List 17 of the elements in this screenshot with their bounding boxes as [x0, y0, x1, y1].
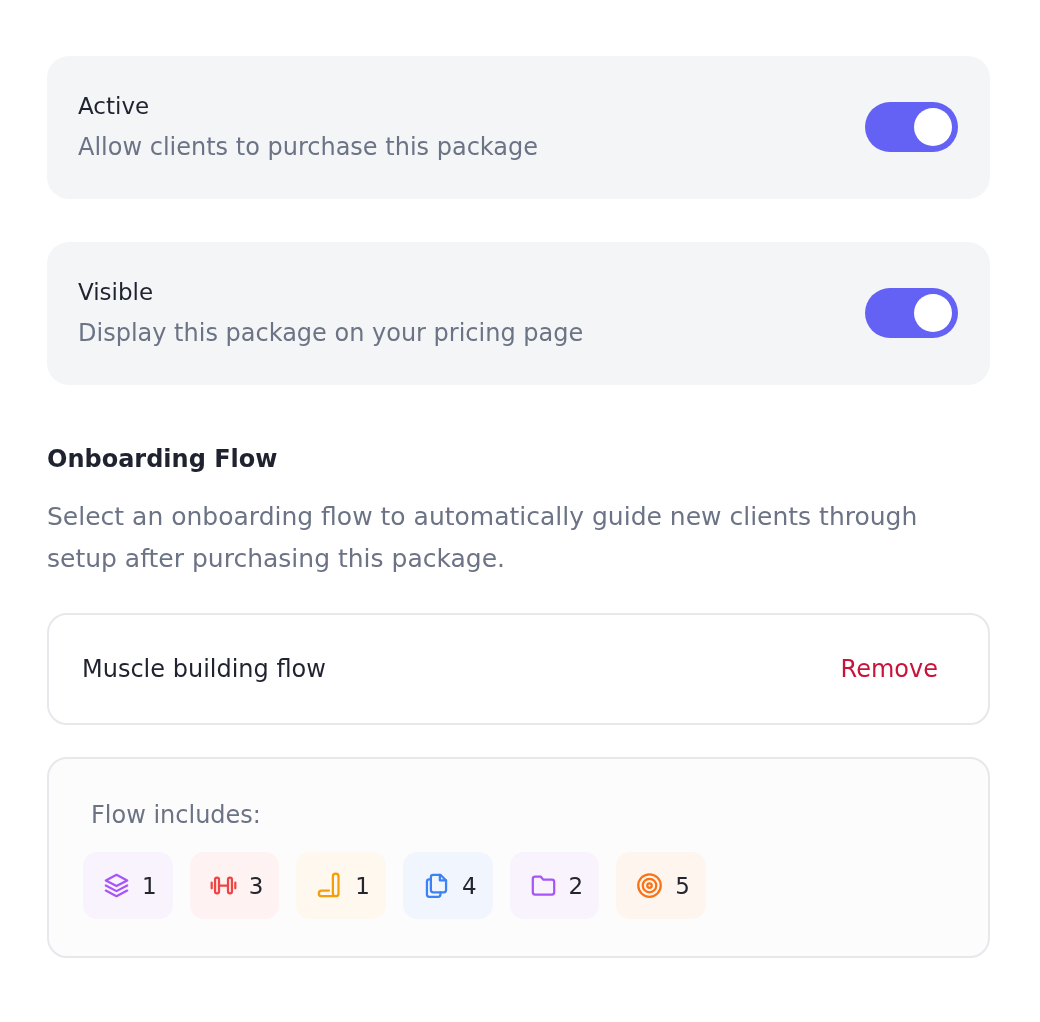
count-value: 5 — [675, 872, 690, 899]
setting-title: Visible — [78, 278, 155, 307]
count-value: 1 — [355, 872, 370, 899]
section-heading: Onboarding Flow — [47, 444, 279, 475]
setting-description: Allow clients to purchase this package — [78, 132, 538, 163]
section-description: Select an onboarding flow to automatically guide new clients through setup after purchasing this package. — [47, 501, 919, 575]
toggle-switch[interactable] — [865, 102, 958, 152]
setting-description: Display this package on your pricing page — [78, 318, 584, 349]
remove-button[interactable]: Remove — [840, 655, 938, 683]
count-value: 3 — [248, 872, 264, 899]
flow-name: Muscle building flow — [82, 655, 326, 683]
setting-title: Active — [78, 92, 151, 121]
includes-label: Flow includes: — [90, 800, 261, 831]
count-value: 1 — [142, 872, 157, 899]
toggle-switch[interactable] — [865, 288, 958, 338]
count-value: 2 — [568, 872, 584, 899]
count-value: 4 — [461, 872, 477, 899]
